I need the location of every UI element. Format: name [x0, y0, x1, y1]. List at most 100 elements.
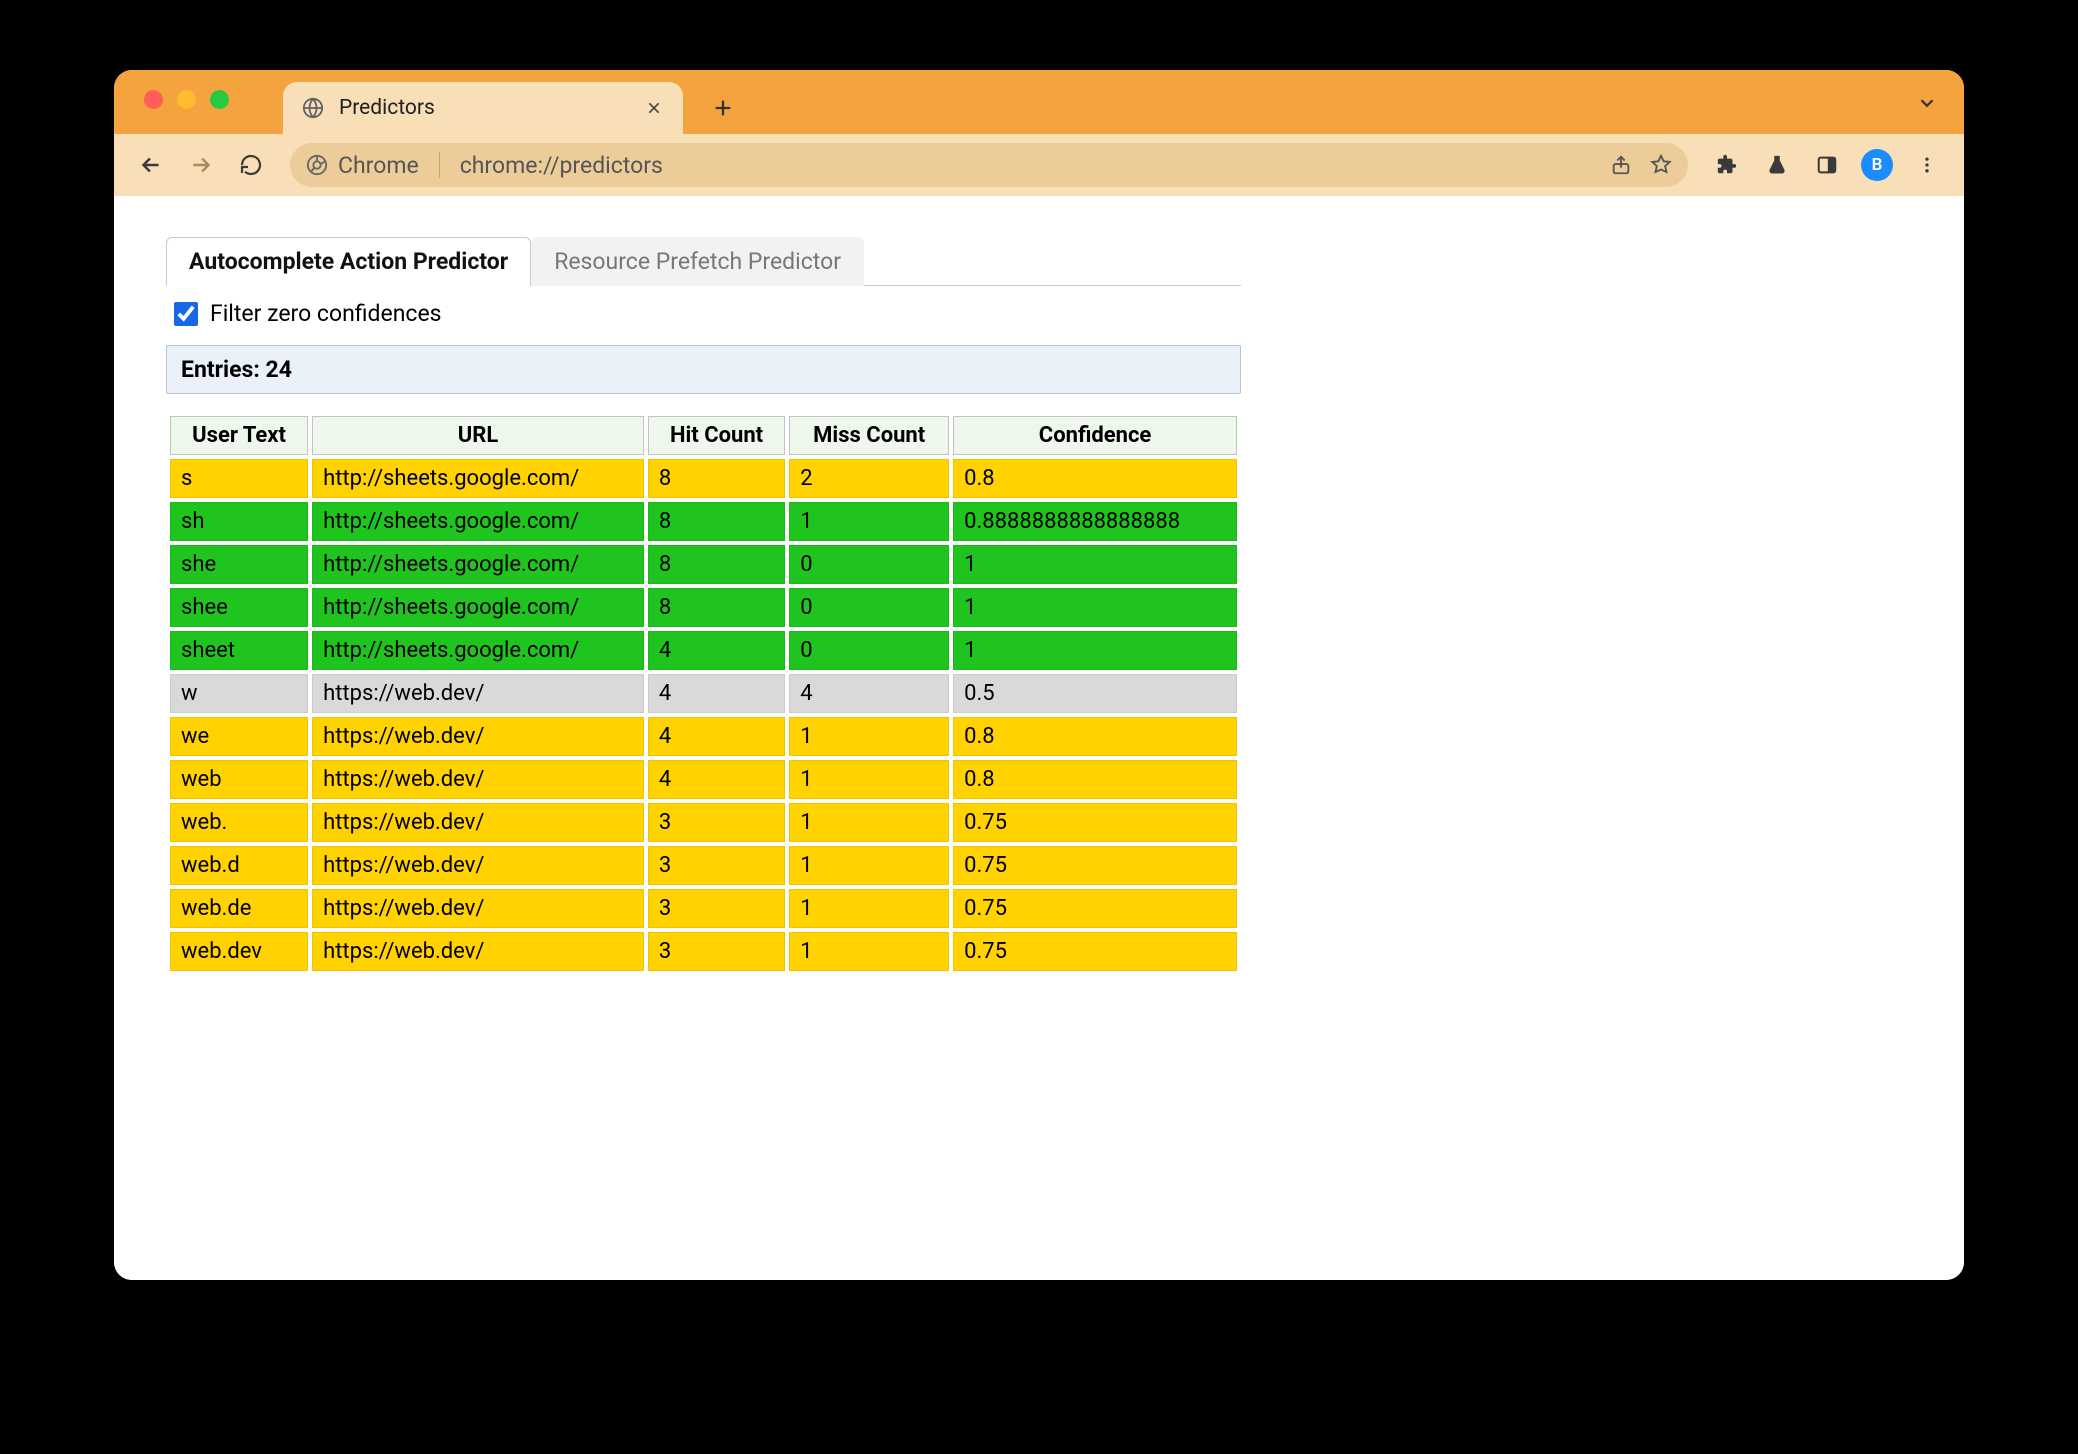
- scheme-label: Chrome: [338, 152, 419, 179]
- window-controls: [130, 70, 243, 134]
- tab-strip: Predictors: [114, 70, 1964, 134]
- cell-confidence: 0.8: [953, 459, 1237, 498]
- cell-hit-count: 3: [648, 846, 785, 885]
- filter-label: Filter zero confidences: [210, 300, 442, 327]
- cell-url: https://web.dev/: [312, 760, 644, 799]
- cell-confidence: 0.5: [953, 674, 1237, 713]
- browser-window: Predictors: [114, 70, 1964, 1280]
- browser-tab[interactable]: Predictors: [283, 82, 683, 134]
- share-icon[interactable]: [1610, 154, 1632, 176]
- cell-user-text: sh: [170, 502, 308, 541]
- cell-confidence: 0.8: [953, 717, 1237, 756]
- col-miss-count[interactable]: Miss Count: [789, 416, 949, 455]
- cell-url: https://web.dev/: [312, 889, 644, 928]
- table-row: wehttps://web.dev/410.8: [170, 717, 1237, 756]
- table-row: shhttp://sheets.google.com/810.888888888…: [170, 502, 1237, 541]
- cell-miss-count: 0: [789, 588, 949, 627]
- tab-label: Autocomplete Action Predictor: [189, 248, 508, 275]
- tab-title: Predictors: [339, 96, 629, 120]
- table-row: sheehttp://sheets.google.com/801: [170, 588, 1237, 627]
- chrome-logo-icon: [306, 154, 328, 176]
- page-tabs: Autocomplete Action Predictor Resource P…: [166, 236, 1241, 286]
- cell-confidence: 1: [953, 588, 1237, 627]
- kebab-menu-icon[interactable]: [1906, 144, 1948, 186]
- cell-user-text: she: [170, 545, 308, 584]
- table-row: whttps://web.dev/440.5: [170, 674, 1237, 713]
- url-text: chrome://predictors: [460, 152, 1598, 179]
- profile-avatar[interactable]: B: [1856, 144, 1898, 186]
- cell-user-text: w: [170, 674, 308, 713]
- cell-hit-count: 3: [648, 803, 785, 842]
- table-row: sheethttp://sheets.google.com/401: [170, 631, 1237, 670]
- cell-miss-count: 1: [789, 889, 949, 928]
- col-confidence[interactable]: Confidence: [953, 416, 1237, 455]
- back-button[interactable]: [130, 144, 172, 186]
- toolbar: Chrome chrome://predictors B: [114, 134, 1964, 196]
- cell-url: http://sheets.google.com/: [312, 631, 644, 670]
- close-tab-icon[interactable]: [643, 97, 665, 119]
- cell-miss-count: 1: [789, 803, 949, 842]
- labs-icon[interactable]: [1756, 144, 1798, 186]
- cell-miss-count: 4: [789, 674, 949, 713]
- col-user-text[interactable]: User Text: [170, 416, 308, 455]
- table-header-row: User Text URL Hit Count Miss Count Confi…: [170, 416, 1237, 455]
- cell-hit-count: 8: [648, 545, 785, 584]
- col-hit-count[interactable]: Hit Count: [648, 416, 785, 455]
- extensions-icon[interactable]: [1706, 144, 1748, 186]
- cell-user-text: web: [170, 760, 308, 799]
- tab-resource-prefetch-predictor[interactable]: Resource Prefetch Predictor: [531, 237, 864, 286]
- cell-miss-count: 0: [789, 631, 949, 670]
- entries-count: Entries: 24: [166, 345, 1241, 394]
- cell-miss-count: 1: [789, 760, 949, 799]
- cell-url: http://sheets.google.com/: [312, 459, 644, 498]
- globe-icon: [301, 96, 325, 120]
- cell-user-text: web.d: [170, 846, 308, 885]
- cell-hit-count: 4: [648, 631, 785, 670]
- window-close-icon[interactable]: [144, 90, 163, 109]
- avatar-letter: B: [1861, 149, 1893, 181]
- cell-miss-count: 1: [789, 502, 949, 541]
- divider: [439, 152, 440, 178]
- filter-zero-confidences-checkbox[interactable]: [174, 302, 198, 326]
- forward-button[interactable]: [180, 144, 222, 186]
- cell-user-text: web.dev: [170, 932, 308, 971]
- cell-hit-count: 4: [648, 760, 785, 799]
- cell-url: https://web.dev/: [312, 803, 644, 842]
- cell-hit-count: 3: [648, 932, 785, 971]
- table-row: web.dehttps://web.dev/310.75: [170, 889, 1237, 928]
- cell-user-text: shee: [170, 588, 308, 627]
- reload-button[interactable]: [230, 144, 272, 186]
- cell-url: https://web.dev/: [312, 674, 644, 713]
- page-content: Autocomplete Action Predictor Resource P…: [114, 196, 1964, 1280]
- cell-hit-count: 8: [648, 459, 785, 498]
- address-bar[interactable]: Chrome chrome://predictors: [290, 143, 1688, 187]
- bookmark-star-icon[interactable]: [1650, 154, 1672, 176]
- cell-miss-count: 1: [789, 846, 949, 885]
- cell-user-text: s: [170, 459, 308, 498]
- site-chip: Chrome: [306, 152, 419, 179]
- cell-hit-count: 3: [648, 889, 785, 928]
- cell-user-text: sheet: [170, 631, 308, 670]
- cell-user-text: web.de: [170, 889, 308, 928]
- predictor-table: User Text URL Hit Count Miss Count Confi…: [166, 412, 1241, 975]
- cell-confidence: 0.75: [953, 932, 1237, 971]
- new-tab-button[interactable]: [701, 86, 745, 130]
- cell-url: http://sheets.google.com/: [312, 545, 644, 584]
- cell-confidence: 1: [953, 545, 1237, 584]
- cell-url: http://sheets.google.com/: [312, 502, 644, 541]
- cell-confidence: 0.75: [953, 803, 1237, 842]
- cell-confidence: 0.75: [953, 889, 1237, 928]
- table-row: web.dhttps://web.dev/310.75: [170, 846, 1237, 885]
- window-minimize-icon[interactable]: [177, 90, 196, 109]
- side-panel-icon[interactable]: [1806, 144, 1848, 186]
- table-row: shttp://sheets.google.com/820.8: [170, 459, 1237, 498]
- cell-user-text: web.: [170, 803, 308, 842]
- cell-url: http://sheets.google.com/: [312, 588, 644, 627]
- tab-list-button[interactable]: [1916, 92, 1938, 114]
- col-url[interactable]: URL: [312, 416, 644, 455]
- tab-autocomplete-action-predictor[interactable]: Autocomplete Action Predictor: [166, 237, 531, 286]
- window-zoom-icon[interactable]: [210, 90, 229, 109]
- table-row: webhttps://web.dev/410.8: [170, 760, 1237, 799]
- cell-confidence: 1: [953, 631, 1237, 670]
- cell-hit-count: 8: [648, 502, 785, 541]
